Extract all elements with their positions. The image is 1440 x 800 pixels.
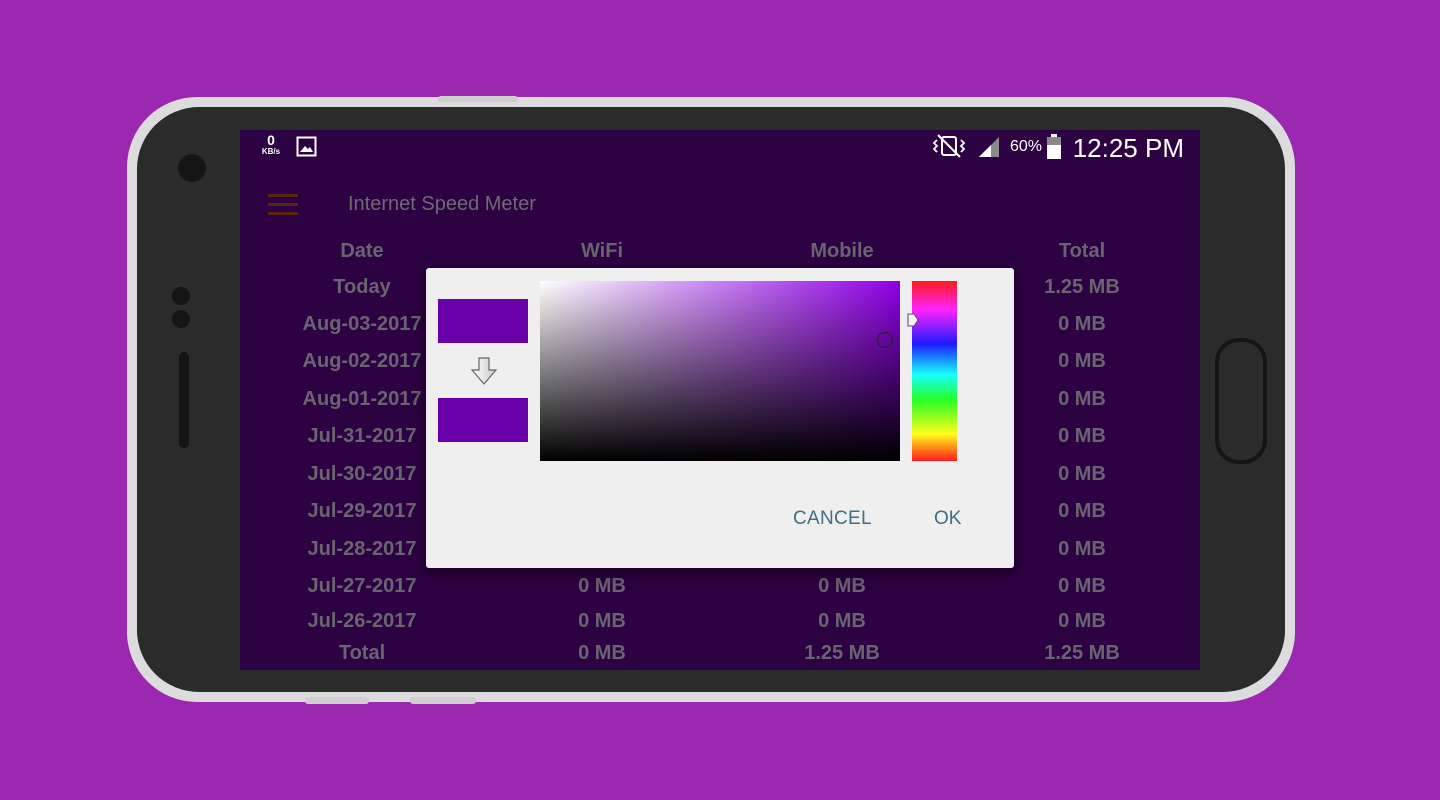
- wifi-cell: 0 MB: [578, 575, 626, 597]
- old-color-swatch[interactable]: [438, 299, 528, 343]
- total-row: Total 0 MB 1.25 MB 1.25 MB: [240, 640, 1200, 670]
- total-cell: 0 MB: [1058, 575, 1106, 597]
- color-cursor[interactable]: [877, 332, 893, 348]
- proximity-sensor: [172, 287, 190, 305]
- speed-value: 0: [267, 132, 275, 148]
- speed-indicator: 0 KB/s: [258, 133, 284, 156]
- clock: 12:25 PM: [1072, 133, 1184, 163]
- column-header: WiFi: [580, 240, 624, 262]
- total-cell: 0 MB: [1058, 610, 1106, 632]
- color-picker-dialog: CANCEL OK: [426, 268, 1014, 568]
- hamburger-menu-icon[interactable]: [268, 194, 298, 215]
- front-camera: [178, 154, 206, 182]
- phone-volume-button: [410, 697, 476, 704]
- phone-side-button: [438, 96, 518, 102]
- light-sensor: [172, 310, 190, 328]
- date-cell: Jul-27-2017: [307, 575, 417, 597]
- mobile-cell: 0 MB: [818, 610, 866, 632]
- total-label: Total: [338, 642, 386, 664]
- hue-slider[interactable]: [912, 281, 957, 461]
- home-button[interactable]: [1215, 338, 1267, 464]
- total-wifi: 0 MB: [578, 642, 626, 664]
- arrow-down-icon: [470, 357, 498, 385]
- cancel-button[interactable]: CANCEL: [793, 508, 872, 530]
- column-header: Mobile: [810, 240, 874, 262]
- phone-volume-button: [305, 697, 369, 704]
- mobile-cell: 0 MB: [818, 575, 866, 597]
- battery-percent: 60%: [1010, 138, 1043, 155]
- column-header: Total: [1058, 240, 1106, 262]
- app-title: Internet Speed Meter: [348, 193, 536, 215]
- ok-button[interactable]: OK: [934, 508, 961, 530]
- status-bar: 0 KB/s 60% 12:25 PM: [240, 130, 1200, 166]
- hue-pointer-icon[interactable]: [907, 313, 919, 327]
- new-color-swatch[interactable]: [438, 398, 528, 442]
- total-total: 1.25 MB: [1044, 642, 1120, 664]
- battery-icon: [1047, 134, 1061, 159]
- signal-icon: [979, 137, 999, 157]
- wifi-cell: 0 MB: [578, 610, 626, 632]
- speed-unit: KB/s: [261, 147, 281, 156]
- image-icon: [296, 136, 317, 157]
- saturation-value-picker[interactable]: [540, 281, 900, 461]
- table-row: Jul-27-2017 0 MB 0 MB 0 MB: [240, 575, 1200, 611]
- date-cell: Jul-26-2017: [307, 610, 417, 632]
- column-header: Date: [340, 240, 384, 262]
- earpiece-speaker: [179, 352, 189, 448]
- total-mobile: 1.25 MB: [804, 642, 880, 664]
- app-bar: Internet Speed Meter: [240, 166, 1200, 240]
- vibrate-mute-icon: [932, 134, 966, 158]
